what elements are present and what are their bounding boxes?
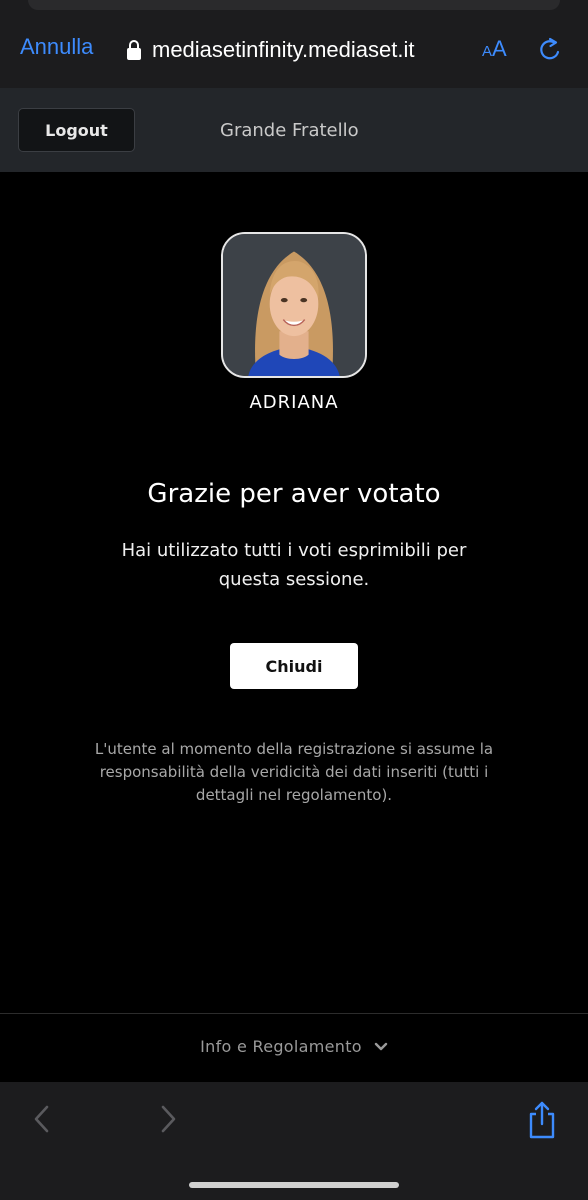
candidate-photo: [223, 234, 365, 376]
text-size-small-glyph: A: [482, 43, 493, 60]
show-title: Grande Fratello: [220, 120, 359, 141]
chevron-left-icon[interactable]: [32, 1104, 50, 1134]
share-icon[interactable]: [527, 1100, 557, 1140]
footer-divider: [0, 1013, 588, 1014]
background-tab-edge: [28, 0, 560, 10]
close-button[interactable]: Chiudi: [230, 643, 358, 689]
candidate-avatar: [221, 232, 367, 378]
reload-icon[interactable]: [537, 36, 563, 64]
home-indicator: [189, 1182, 399, 1188]
lock-icon: [127, 40, 141, 60]
address-bar[interactable]: mediasetinfinity.mediaset.it: [126, 33, 462, 67]
voting-page: Annulla mediasetinfinity.mediaset.it AA …: [0, 0, 588, 1200]
thanks-title: Grazie per aver votato: [147, 479, 441, 509]
votes-exhausted-message: Hai utilizzato tutti i voti esprimibili …: [121, 540, 467, 590]
text-size-button[interactable]: AA: [482, 36, 507, 62]
browser-top-bar: Annulla mediasetinfinity.mediaset.it AA: [0, 0, 588, 88]
cancel-button[interactable]: Annulla: [20, 34, 93, 60]
chevron-down-icon: [374, 1042, 388, 1050]
candidate-name: ADRIANA: [249, 392, 339, 413]
info-regulation-toggle[interactable]: Info e Regolamento: [0, 1037, 588, 1056]
browser-bottom-toolbar: [0, 1082, 588, 1200]
logout-button[interactable]: Logout: [18, 108, 135, 152]
text-size-big-glyph: A: [492, 36, 507, 61]
info-regulation-label: Info e Regolamento: [200, 1037, 362, 1056]
disclaimer-text: L'utente al momento della registrazione …: [94, 740, 494, 804]
chevron-right-icon[interactable]: [160, 1104, 178, 1134]
site-header: Logout Grande Fratello: [0, 88, 588, 172]
url-text: mediasetinfinity.mediaset.it: [152, 37, 415, 62]
